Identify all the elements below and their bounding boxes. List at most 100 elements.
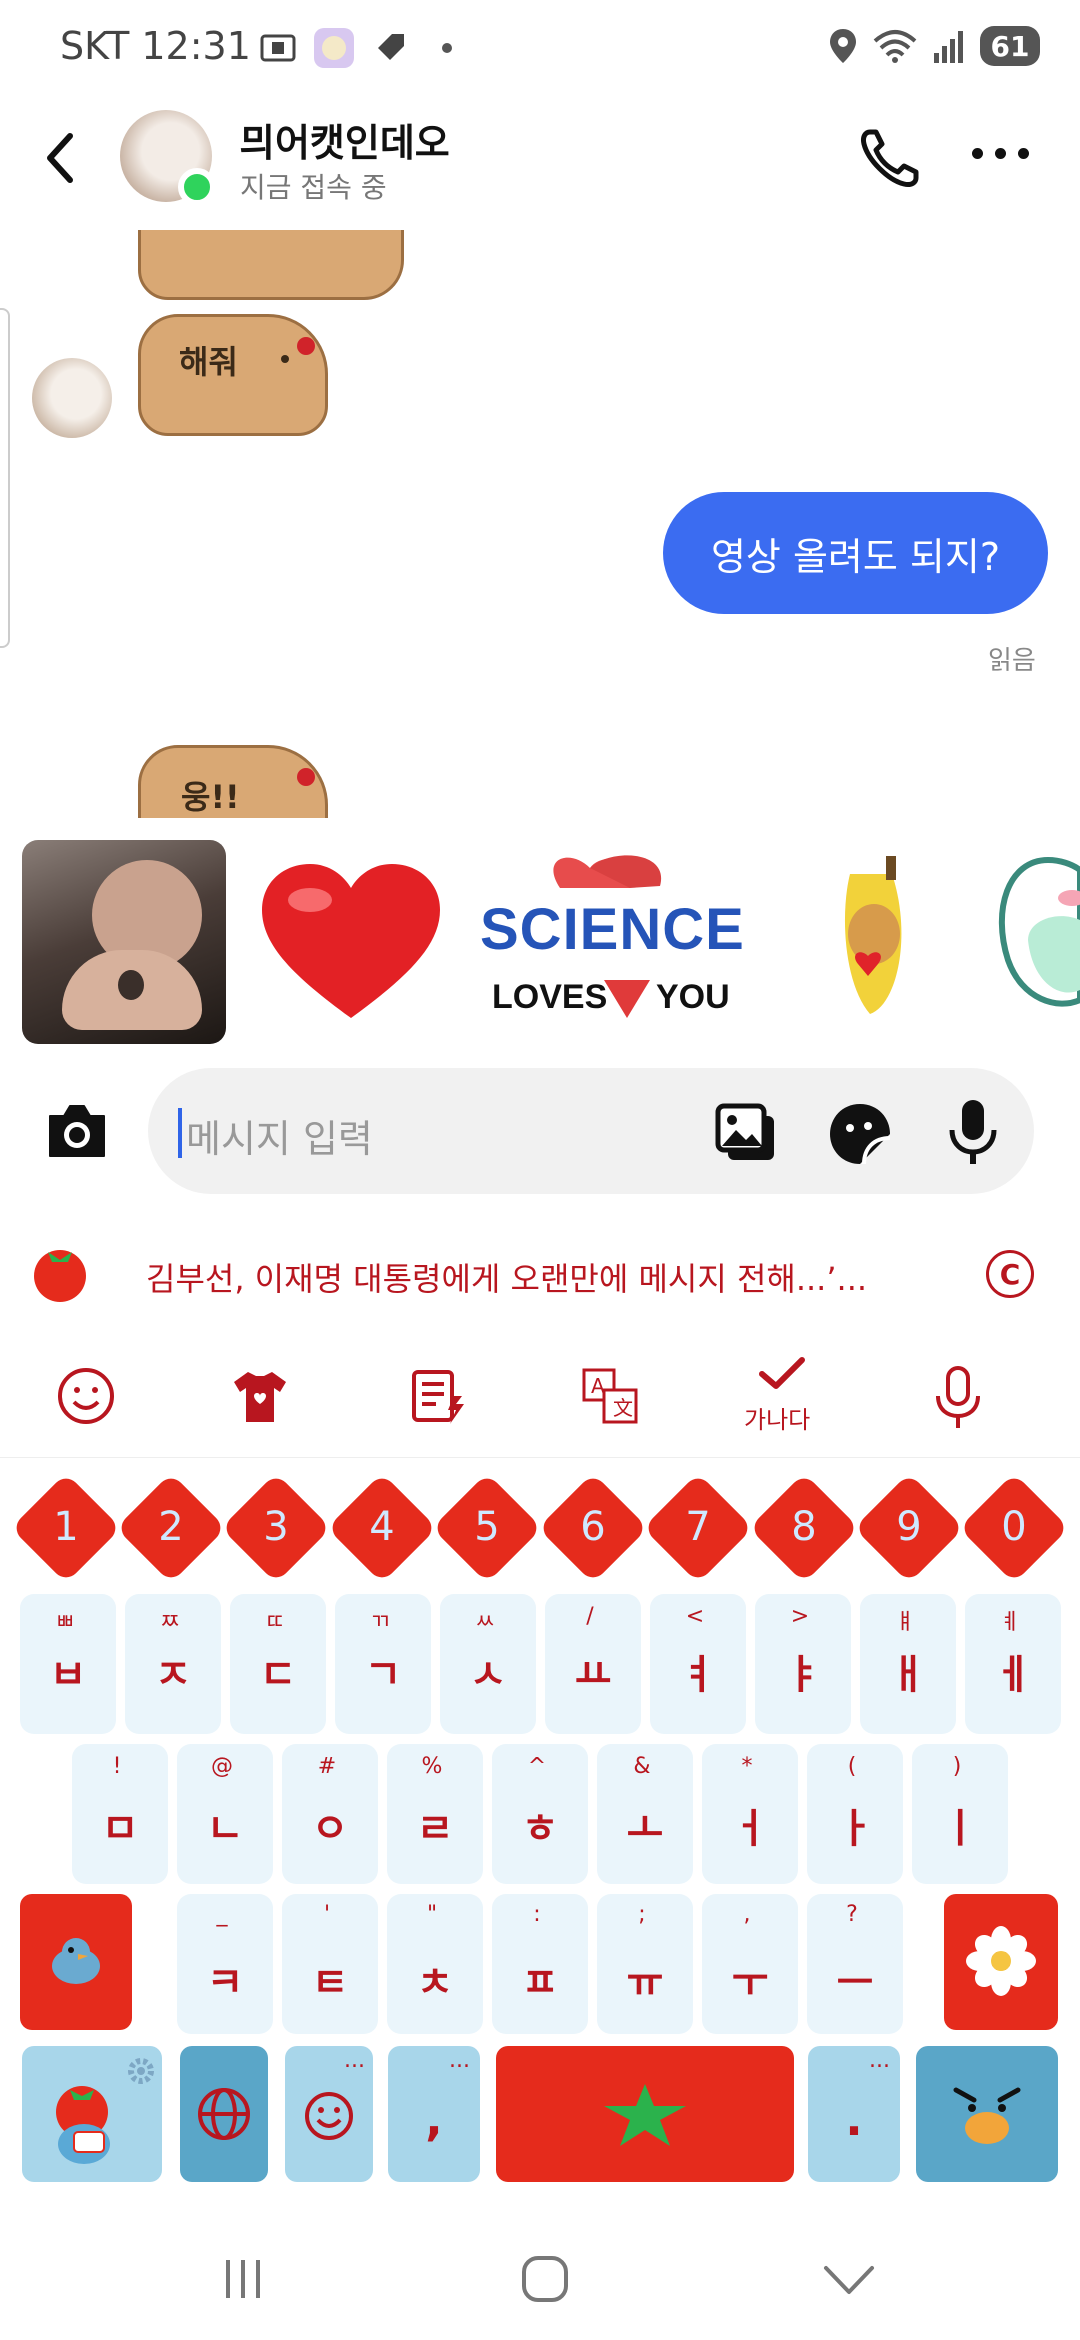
shift-key[interactable] [20, 1894, 132, 2030]
key-h[interactable]: ^ ㅎ [492, 1744, 588, 1884]
strawberry-decor-2 [297, 768, 315, 786]
emoji-icon[interactable] [56, 1366, 116, 1426]
capybara-sticker-incoming[interactable]: 웅!! [138, 745, 328, 818]
key-3[interactable]: 3 [220, 1472, 332, 1584]
key-eo[interactable]: * ㅓ [702, 1744, 798, 1884]
key-0[interactable]: 0 [958, 1472, 1070, 1584]
news-badge[interactable]: C [986, 1250, 1034, 1298]
text-edit-icon[interactable] [408, 1366, 468, 1426]
language-key[interactable] [180, 2046, 268, 2182]
hide-keyboard-chevron-icon[interactable] [822, 2262, 876, 2302]
emoji-key[interactable]: ... [285, 2046, 373, 2182]
key-t[interactable]: ' ㅌ [282, 1894, 378, 2034]
navigation-bar [0, 2218, 1080, 2340]
key-d[interactable]: ㄸㄷ [230, 1594, 326, 1734]
key-7[interactable]: 7 [642, 1472, 754, 1584]
contact-avatar[interactable] [120, 110, 216, 206]
key-p[interactable]: :ㅍ [492, 1894, 588, 2034]
key-a[interactable]: (ㅏ [807, 1744, 903, 1884]
key-e[interactable]: ㅖㅔ [965, 1594, 1061, 1734]
banana-cat-sticker[interactable] [820, 854, 930, 1024]
key-eu[interactable]: ? ㅡ [807, 1894, 903, 2034]
checkmark-icon [759, 1357, 805, 1389]
key-5[interactable]: 5 [431, 1472, 543, 1584]
key-g[interactable]: ㄲㄱ [335, 1594, 431, 1734]
sticker-suggestions[interactable]: SCIENCE LOVES YOU [0, 818, 1080, 1058]
svg-text:文: 文 [613, 1396, 633, 1420]
emoji-key-more: ... [344, 2048, 365, 2073]
key-b[interactable]: ㅃㅂ [20, 1594, 116, 1734]
key-4[interactable]: 4 [326, 1472, 438, 1584]
key-yu[interactable]: ; ㅠ [597, 1894, 693, 2034]
capybara-sticker-partial[interactable] [138, 230, 404, 300]
capybara-sticker[interactable]: 해줘 [138, 314, 328, 436]
edge-panel-handle[interactable] [0, 308, 10, 648]
key-2[interactable]: 2 [115, 1472, 227, 1584]
heart-hands-photo-sticker[interactable] [22, 840, 226, 1044]
keyboard-news-bar[interactable]: 김부선, 이재명 대통령에게 오랜만에 메시지 전해...’... C [0, 1208, 1080, 1338]
sticker-icon[interactable] [828, 1102, 892, 1166]
spell-check-tool[interactable]: 가나다 [744, 1356, 812, 1446]
key-o[interactable]: & ㅗ [597, 1744, 693, 1884]
keyboard: 1 2 3 4 5 6 7 8 9 0 ㅃㅂ ㅉㅈ ㄸㄷ ㄲㄱ ㅆㅅ / ㅛ < ㅕ… [0, 1458, 1080, 2218]
space-key[interactable] [496, 2046, 794, 2182]
smiley-icon [305, 2092, 353, 2140]
period-key-more: ... [869, 2048, 890, 2073]
key-s[interactable]: ㅆㅅ [440, 1594, 536, 1734]
symbol-mode-key[interactable] [22, 2046, 162, 2182]
bird-shift-icon [52, 1938, 100, 1984]
key-ya[interactable]: > ㅑ [755, 1594, 851, 1734]
home-icon[interactable] [520, 2254, 570, 2304]
key-u[interactable]: ,ㅜ [702, 1894, 798, 2034]
theme-shirt-icon[interactable] [230, 1366, 290, 1426]
period-key-label: . [845, 2092, 863, 2146]
key-m[interactable]: ! ㅁ [72, 1744, 168, 1884]
key-8[interactable]: 8 [748, 1472, 860, 1584]
message-list[interactable]: 해줘 영상 올려도 되지? 읽음 웅!! [0, 230, 1080, 818]
news-headline[interactable]: 김부선, 이재명 대통령에게 오랜만에 메시지 전해...’... [146, 1254, 867, 1300]
location-icon [830, 29, 856, 63]
red-heart-sticker[interactable] [256, 858, 446, 1028]
key-1[interactable]: 1 [10, 1472, 122, 1584]
key-6[interactable]: 6 [537, 1472, 649, 1584]
backspace-key[interactable] [944, 1894, 1058, 2030]
back-arrow-icon[interactable] [40, 128, 80, 188]
key-9[interactable]: 9 [853, 1472, 965, 1584]
key-ae[interactable]: ㅒㅐ [860, 1594, 956, 1734]
contact-name[interactable]: 믜어캣인데오 [240, 112, 450, 167]
comma-key[interactable]: ... , [388, 2046, 480, 2182]
tag-icon [378, 34, 404, 60]
sender-avatar[interactable] [32, 358, 112, 438]
voice-input-icon[interactable] [928, 1366, 988, 1430]
key-n[interactable]: @ ㄴ [177, 1744, 273, 1884]
message-input[interactable]: 메시지 입력 [148, 1068, 1034, 1194]
key-yo[interactable]: / ㅛ [545, 1594, 641, 1734]
more-options-icon[interactable] [972, 148, 1029, 159]
key-ch[interactable]: " ㅊ [387, 1894, 483, 2034]
globe-icon [198, 2088, 250, 2140]
phone-icon[interactable] [858, 126, 922, 190]
period-key[interactable]: ... . [808, 2046, 900, 2182]
gallery-icon[interactable] [714, 1102, 778, 1164]
outgoing-message-bubble[interactable]: 영상 올려도 되지? [663, 492, 1048, 614]
microphone-icon[interactable] [948, 1098, 998, 1166]
science-loves-you-sticker[interactable]: SCIENCE LOVES YOU [470, 848, 750, 1038]
camera-icon[interactable] [44, 1102, 110, 1160]
angry-bird-enter-icon [953, 2087, 1021, 2144]
battery-indicator: 61 [980, 26, 1040, 66]
recent-apps-icon[interactable] [218, 2254, 268, 2304]
key-ng[interactable]: # ㅇ [282, 1744, 378, 1884]
capybara-eye [281, 355, 289, 363]
online-status-dot [178, 168, 216, 206]
key-r[interactable]: % ㄹ [387, 1744, 483, 1884]
read-receipt: 읽음 [988, 646, 1036, 676]
flower-backspace-icon [966, 1926, 1036, 1996]
key-yeo[interactable]: < ㅕ [650, 1594, 746, 1734]
key-i[interactable]: ) ㅣ [912, 1744, 1008, 1884]
key-j[interactable]: ㅉㅈ [125, 1594, 221, 1734]
dinosaur-sticker[interactable] [988, 850, 1080, 1030]
translate-icon[interactable]: A文 [580, 1366, 640, 1426]
enter-key[interactable] [916, 2046, 1058, 2182]
key-k[interactable]: _ ㅋ [177, 1894, 273, 2034]
message-composer: 메시지 입력 [0, 1058, 1080, 1208]
